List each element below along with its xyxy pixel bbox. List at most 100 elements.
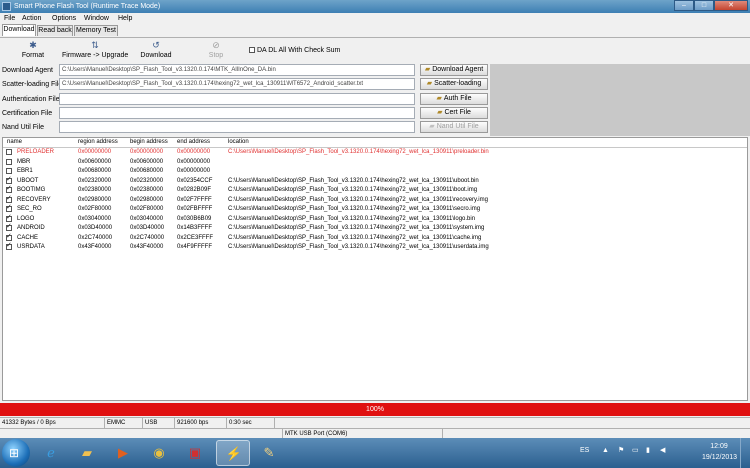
folder-icon: ▰ (436, 95, 442, 102)
stop-button[interactable]: ⊘ Stop (205, 40, 227, 62)
row-checkbox[interactable] (6, 214, 12, 222)
network-icon[interactable]: ▮ (646, 446, 650, 456)
da-dl-checkbox[interactable] (249, 47, 255, 54)
scatter-file-field[interactable]: C:\Users\Manuel\Desktop\SP_Flash_Tool_v3… (59, 78, 415, 90)
cell-location: C:\Users\Manuel\Desktop\SP_Flash_Tool_v3… (228, 225, 485, 231)
col-location[interactable]: location (228, 139, 249, 146)
taskbar-photo[interactable]: ▣ (178, 440, 212, 466)
row-checkbox[interactable] (6, 204, 12, 212)
stop-label: Stop (208, 52, 224, 59)
download-agent-button-label: Download Agent (432, 66, 484, 73)
cell-region-address: 0x2C740000 (78, 234, 113, 241)
col-end-address[interactable]: end address (177, 139, 210, 146)
cell-end-address: 0x02FBFFFF (177, 206, 213, 212)
minimize-button[interactable]: – (674, 0, 694, 11)
taskbar-chrome[interactable]: ◉ (142, 440, 176, 466)
da-dl-checksum-option[interactable]: DA DL All With Check Sum (249, 46, 340, 55)
language-indicator[interactable]: ES (580, 446, 589, 456)
cell-end-address: 0x14B3FFFF (177, 225, 213, 231)
table-row[interactable]: USRDATA 0x43F40000 0x43F40000 0x4F9FFFFF C:\… (3, 242, 747, 252)
status-bytes: 41332 Bytes / 0 Bps (0, 418, 105, 428)
show-desktop-button[interactable] (740, 438, 750, 468)
col-begin-address[interactable]: begin address (130, 139, 168, 146)
taskbar-flash-tool[interactable]: ⚡ (216, 440, 250, 466)
file-panel-background (490, 64, 750, 136)
scatter-loading-button[interactable]: ▰ Scatter-loading (420, 78, 488, 90)
cell-begin-address: 0x02980000 (130, 196, 164, 203)
download-icon: ↺ (152, 40, 160, 50)
tray-expand-icon[interactable]: ▲ (602, 446, 609, 456)
table-row[interactable]: ANDROID 0x03D40000 0x03D40000 0x14B3FFFF C:\… (3, 223, 747, 233)
row-checkbox[interactable] (6, 158, 12, 165)
table-row[interactable]: EBR1 0x00680000 0x00680000 0x00000000 (3, 167, 747, 176)
taskbar-media-player[interactable]: ▶ (106, 440, 140, 466)
firmware-upgrade-button[interactable]: ⇅ Firmware -> Upgrade (62, 40, 128, 62)
row-checkbox[interactable] (6, 176, 12, 184)
row-checkbox[interactable] (6, 195, 12, 203)
table-row[interactable]: UBOOT 0x02320000 0x02320000 0x02354CCF C:\Us… (3, 176, 747, 186)
cert-file-button-label: Cert File (444, 109, 471, 116)
table-row[interactable]: BOOTIMG 0x02380000 0x02380000 0x0282B09F C:\… (3, 185, 747, 195)
download-agent-button[interactable]: ▰ Download Agent (420, 64, 488, 76)
download-agent-field[interactable]: C:\Users\Manuel\Desktop\SP_Flash_Tool_v3… (59, 64, 415, 76)
auth-file-label: Authentication File (2, 96, 60, 103)
menu-help[interactable]: Help (118, 14, 132, 23)
start-button[interactable]: ⊞ (2, 439, 30, 467)
photo-icon: ▣ (188, 445, 202, 460)
taskbar-ie[interactable]: ℯ (34, 440, 68, 466)
table-row[interactable]: LOGO 0x03040000 0x03040000 0x030B6B09 C:\Use… (3, 214, 747, 224)
maximize-button[interactable]: □ (694, 0, 714, 11)
cert-file-button[interactable]: ▰ Cert File (420, 107, 488, 119)
format-icon: ✱ (29, 40, 37, 50)
cell-end-address: 0x2CE3FFFF (177, 234, 214, 241)
status-connection: USB (143, 418, 175, 428)
col-name[interactable]: name (7, 139, 22, 146)
nand-util-field[interactable] (59, 121, 415, 133)
row-checkbox[interactable] (6, 185, 12, 193)
cell-end-address: 0x02F7FFFF (177, 196, 212, 203)
table-row[interactable]: MBR 0x00600000 0x00600000 0x00000000 (3, 158, 747, 167)
close-button[interactable]: ✕ (714, 0, 748, 11)
col-region-address[interactable]: region address (78, 139, 118, 146)
auth-file-button[interactable]: ▰ Auth File (420, 93, 488, 105)
row-checkbox[interactable] (6, 233, 12, 241)
row-checkbox[interactable] (6, 149, 12, 155)
system-tray: ES ▲ ⚑ ▭ ▮ ◀ 12:09 19/12/2013 (580, 438, 750, 468)
tab-read-back[interactable]: Read back (37, 25, 73, 36)
download-button[interactable]: ↺ Download (140, 40, 172, 62)
tab-download[interactable]: Download (2, 24, 36, 36)
nand-util-button[interactable]: ▰ Nand Util File (420, 121, 488, 133)
table-row[interactable]: SEC_RO 0x02F80000 0x02F80000 0x02FBFFFF C:\U… (3, 204, 747, 214)
cell-region-address: 0x03D40000 (78, 225, 113, 231)
cell-begin-address: 0x02380000 (130, 187, 164, 193)
menu-window[interactable]: Window (84, 14, 109, 23)
menu-action[interactable]: Action (22, 14, 41, 23)
folder-icon: ▰ (82, 445, 92, 460)
cell-location: C:\Users\Manuel\Desktop\SP_Flash_Tool_v3… (228, 187, 478, 193)
row-checkbox[interactable] (6, 242, 12, 250)
cell-name: SEC_RO (17, 206, 42, 212)
cell-name: PRELOADER (17, 149, 55, 155)
format-button[interactable]: ✱ Format (20, 40, 46, 62)
cell-name: MBR (17, 158, 31, 165)
clock[interactable]: 12:09 19/12/2013 (702, 441, 737, 463)
taskbar-explorer[interactable]: ▰ (70, 440, 104, 466)
window-title: Smart Phone Flash Tool (Runtime Trace Mo… (14, 3, 161, 10)
row-checkbox[interactable] (6, 168, 12, 174)
status-storage: EMMC (105, 418, 143, 428)
taskbar-paint[interactable]: ✎ (252, 440, 286, 466)
menu-file[interactable]: File (4, 14, 15, 23)
volume-icon[interactable]: ◀ (660, 446, 665, 456)
table-row[interactable]: PRELOADER 0x00000000 0x00000000 0x00000000 C… (3, 148, 747, 157)
tab-strip: Download Read back Memory Test (0, 24, 750, 37)
menu-options[interactable]: Options (52, 14, 76, 23)
tab-memory-test[interactable]: Memory Test (74, 25, 118, 36)
display-icon[interactable]: ▭ (632, 446, 639, 456)
auth-file-field[interactable] (59, 93, 415, 105)
cert-file-field[interactable] (59, 107, 415, 119)
table-row[interactable]: RECOVERY 0x02980000 0x02980000 0x02F7FFFF C:… (3, 195, 747, 205)
row-checkbox[interactable] (6, 223, 12, 231)
flag-icon[interactable]: ⚑ (618, 446, 624, 456)
cell-end-address: 0x4F9FFFFF (177, 244, 213, 250)
table-row[interactable]: CACHE 0x2C740000 0x2C740000 0x2CE3FFFF C:\Us… (3, 233, 747, 243)
